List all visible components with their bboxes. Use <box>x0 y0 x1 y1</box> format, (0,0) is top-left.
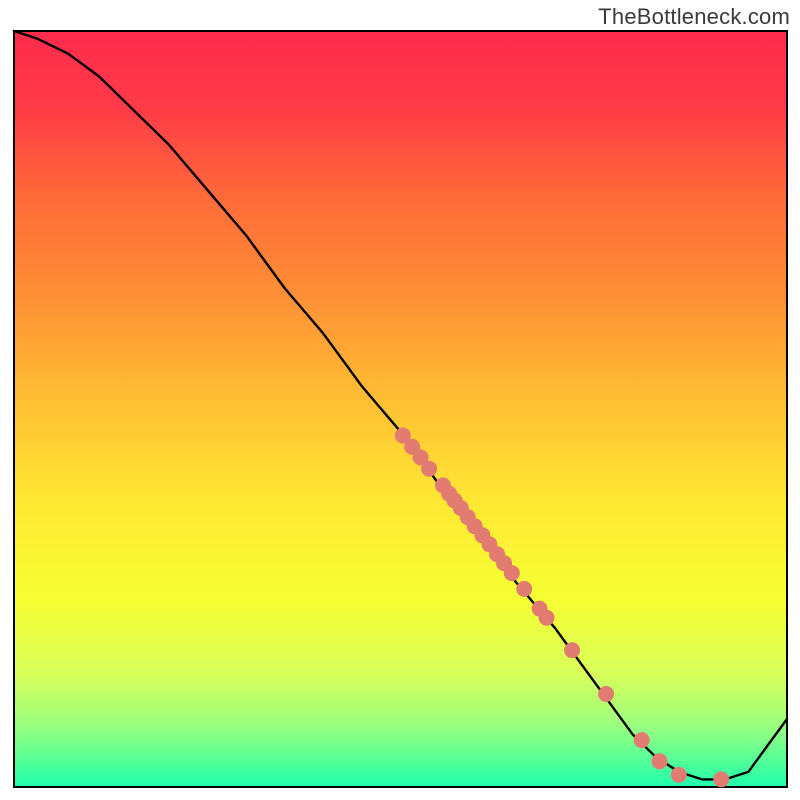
data-marker <box>564 642 580 658</box>
data-marker <box>539 610 555 626</box>
data-marker <box>516 581 532 597</box>
data-marker <box>671 767 687 783</box>
data-marker <box>634 732 650 748</box>
data-marker <box>652 753 668 769</box>
data-marker <box>713 771 729 787</box>
bottleneck-chart <box>0 0 800 800</box>
gradient-background <box>14 31 787 787</box>
chart-container: { "watermark": "TheBottleneck.com", "gra… <box>0 0 800 800</box>
data-marker <box>598 686 614 702</box>
watermark-text: TheBottleneck.com <box>598 4 790 30</box>
data-marker <box>504 565 520 581</box>
data-marker <box>421 461 437 477</box>
